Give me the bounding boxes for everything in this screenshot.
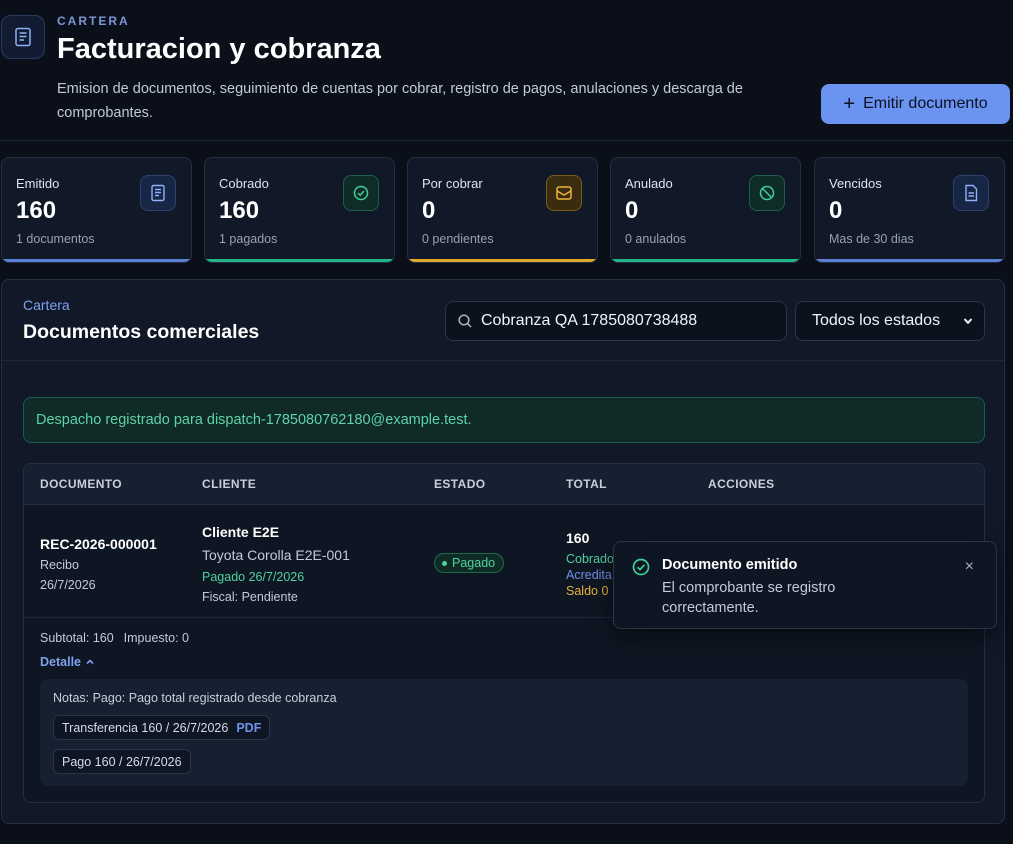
inbox-icon [546, 175, 582, 211]
stat-value: 0 [829, 197, 843, 224]
stat-sub: 0 pendientes [422, 232, 494, 246]
stat-value: 0 [625, 197, 639, 224]
page-eyebrow: CARTERA [57, 14, 130, 28]
total-acreditado: Acredita [566, 568, 612, 582]
document-date: 26/7/2026 [40, 578, 96, 592]
total-cobrado: Cobrado [566, 552, 614, 566]
stat-label: Por cobrar [422, 176, 483, 191]
stat-label: Cobrado [219, 176, 269, 191]
detail-toggle-label: Detalle [40, 655, 81, 669]
detail-toggle[interactable]: Detalle [40, 655, 95, 669]
client-name: Cliente E2E [202, 524, 280, 540]
status-dot-icon [442, 560, 447, 566]
emit-document-label: Emitir documento [863, 95, 988, 112]
column-header-acciones: ACCIONES [708, 477, 775, 491]
table-header: DOCUMENTO CLIENTE ESTADO TOTAL ACCIONES [24, 464, 984, 505]
stat-accent-bar [611, 259, 800, 262]
client-fiscal-status: Fiscal: Pendiente [202, 590, 298, 604]
status-filter-value: Todos los estados [812, 312, 941, 329]
plus-icon: + [843, 93, 856, 115]
page-title: Facturacion y cobranza [57, 33, 381, 65]
payment-chip: Pago 160 / 26/7/2026 [53, 749, 191, 774]
stat-sub: 1 pagados [219, 232, 278, 246]
stat-label: Anulado [625, 176, 673, 191]
panel-eyebrow: Cartera [23, 297, 70, 313]
header-divider [0, 140, 1013, 141]
search-input[interactable] [481, 312, 771, 330]
stat-card-por-cobrar: Por cobrar 0 0 pendientes [407, 157, 598, 263]
file-icon [953, 175, 989, 211]
payment-notes: Notas: Pago: Pago total registrado desde… [53, 691, 337, 705]
emit-document-button[interactable]: + Emitir documento [821, 84, 1010, 124]
chevron-down-icon [963, 318, 973, 325]
close-icon[interactable]: × [965, 558, 974, 576]
chevron-up-icon [86, 659, 94, 665]
column-header-total: TOTAL [566, 477, 607, 491]
pdf-download-link[interactable]: PDF [236, 721, 261, 735]
search-icon [458, 314, 472, 328]
toast-title: Documento emitido [662, 557, 798, 573]
total-value: 160 [566, 530, 590, 546]
stat-accent-bar [815, 259, 1004, 262]
stat-accent-bar [2, 259, 191, 262]
toast-notification: Documento emitido El comprobante se regi… [613, 541, 997, 629]
stat-card-anulado: Anulado 0 0 anulados [610, 157, 801, 263]
stat-sub: Mas de 30 dias [829, 232, 914, 246]
stat-value: 160 [219, 197, 260, 224]
status-filter-select[interactable]: Todos los estados [795, 301, 985, 341]
subtotal-line: Subtotal: 160 Impuesto: 0 [40, 631, 189, 645]
panel-divider [2, 360, 1004, 361]
column-header-documento: DOCUMENTO [40, 477, 123, 491]
stat-accent-bar [408, 259, 597, 262]
client-paid-date: Pagado 26/7/2026 [202, 570, 305, 584]
column-header-cliente: CLIENTE [202, 477, 257, 491]
stat-card-vencidos: Vencidos 0 Mas de 30 dias [814, 157, 1005, 263]
ban-icon [749, 175, 785, 211]
success-alert: Despacho registrado para dispatch-178508… [23, 397, 985, 443]
stat-sub: 1 documentos [16, 232, 95, 246]
search-box[interactable] [445, 301, 787, 341]
check-circle-icon [632, 558, 650, 576]
document-type: Recibo [40, 558, 79, 572]
stat-value: 0 [422, 197, 436, 224]
documents-table: DOCUMENTO CLIENTE ESTADO TOTAL ACCIONES … [23, 463, 985, 803]
detail-panel: Notas: Pago: Pago total registrado desde… [40, 679, 968, 786]
stat-label: Emitido [16, 176, 60, 191]
document-id: REC-2026-000001 [40, 536, 157, 552]
subtotal-text: Subtotal: 160 [40, 631, 114, 645]
status-badge: Pagado [434, 553, 505, 573]
stat-accent-bar [205, 259, 394, 262]
page-subtitle: Emision de documentos, seguimiento de cu… [57, 81, 743, 121]
transfer-chip: Transferencia 160 / 26/7/2026 PDF [53, 715, 271, 740]
stat-sub: 0 anulados [625, 232, 687, 246]
status-badge-label: Pagado [452, 556, 496, 570]
stat-label: Vencidos [829, 176, 882, 191]
payment-chip-label: Pago 160 / 26/7/2026 [62, 754, 182, 769]
document-icon [1, 15, 45, 59]
stat-value: 160 [16, 197, 57, 224]
check-circle-icon [343, 175, 379, 211]
toast-body: El comprobante se registro correctamente… [662, 580, 836, 616]
panel-title: Documentos comerciales [23, 321, 260, 343]
receipt-icon [140, 175, 176, 211]
total-saldo: Saldo 0 [566, 584, 609, 598]
client-vehicle: Toyota Corolla E2E-001 [202, 547, 350, 563]
column-header-estado: ESTADO [434, 477, 486, 491]
stat-card-emitido: Emitido 160 1 documentos [1, 157, 192, 263]
stat-card-cobrado: Cobrado 160 1 pagados [204, 157, 395, 263]
transfer-chip-label: Transferencia 160 / 26/7/2026 [62, 720, 229, 735]
impuesto-text: Impuesto: 0 [123, 631, 189, 645]
